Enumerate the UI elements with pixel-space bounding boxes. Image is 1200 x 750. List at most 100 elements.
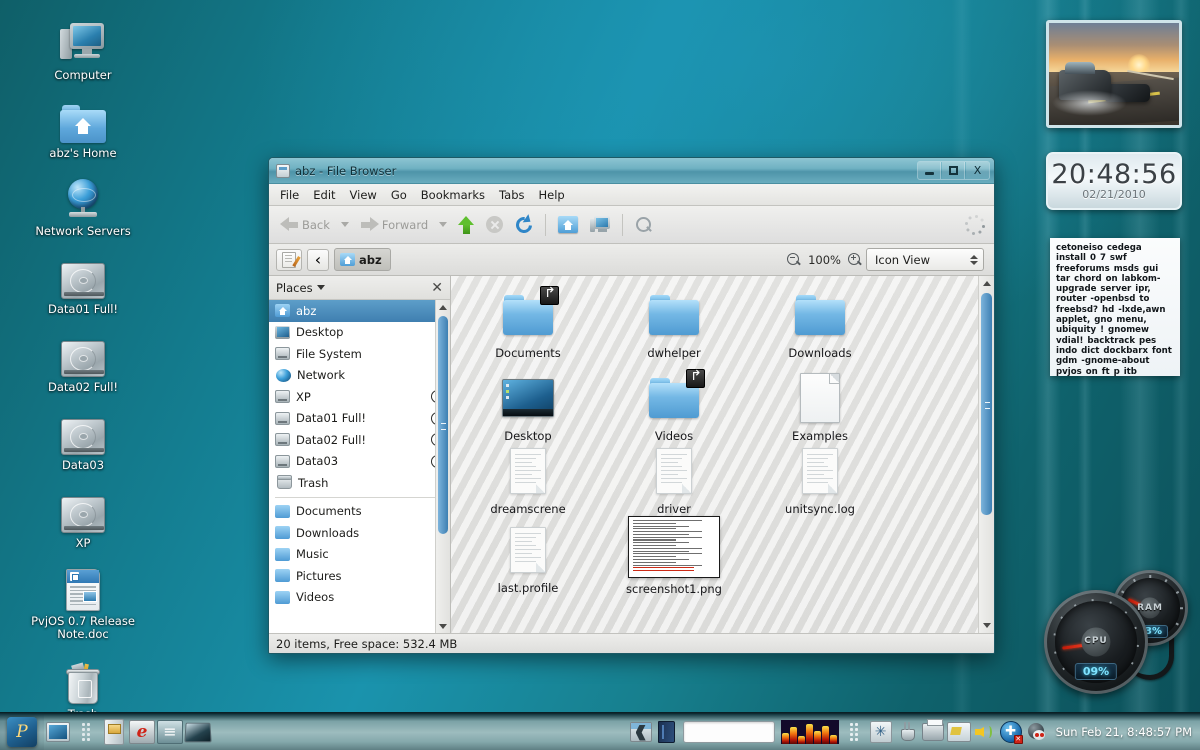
file-item-driver[interactable]: driver xyxy=(601,442,747,516)
sidebar-item-file-system[interactable]: File System xyxy=(269,343,450,365)
sidebar-item-network[interactable]: Network xyxy=(269,365,450,387)
file-item-desktop[interactable]: Desktop xyxy=(455,369,601,443)
up-button[interactable] xyxy=(453,213,479,237)
sidebar-item-videos[interactable]: Videos xyxy=(269,587,450,609)
file-item-last-profile[interactable]: last.profile xyxy=(455,521,601,595)
home-button[interactable] xyxy=(553,213,583,236)
zoom-out-icon[interactable] xyxy=(787,253,801,267)
scroll-down-icon[interactable] xyxy=(436,619,450,633)
tray-settings[interactable]: ✳ xyxy=(868,717,894,747)
menu-view[interactable]: View xyxy=(343,186,384,204)
tray-archive-manager[interactable] xyxy=(628,717,654,747)
tray-power[interactable] xyxy=(894,717,920,747)
file-browser-window[interactable]: abz - File Browser X File Edit View Go B… xyxy=(268,157,995,654)
sidebar-header-label[interactable]: Places xyxy=(276,281,325,295)
clock-widget[interactable]: 20:48:56 02/21/2010 xyxy=(1046,152,1182,210)
forward-dropdown-icon[interactable] xyxy=(439,222,447,227)
start-button[interactable]: P xyxy=(0,713,44,750)
desktop-icon-data02[interactable]: Data02 Full! xyxy=(20,326,146,398)
sidebar-item-data02[interactable]: Data02 Full! xyxy=(269,429,450,451)
forward-button[interactable]: Forward xyxy=(355,214,433,235)
desktop-icon-data01[interactable]: Data01 Full! xyxy=(20,248,146,320)
sidebar-item-music[interactable]: Music xyxy=(269,544,450,566)
notes-widget[interactable]: cetoneiso cedega install 0 7 swf freefor… xyxy=(1050,238,1180,376)
quicklaunch-app-grid[interactable] xyxy=(72,717,100,747)
system-monitor-widget[interactable]: RAM 33% CPU 09% xyxy=(1030,568,1192,700)
sidebar-item-abz[interactable]: abz xyxy=(269,300,450,322)
file-item-examples[interactable]: Examples xyxy=(747,369,893,443)
menu-go[interactable]: Go xyxy=(384,186,414,204)
scroll-up-icon[interactable] xyxy=(979,276,994,291)
path-back-button[interactable]: ‹ xyxy=(307,249,329,271)
breadcrumb-abz[interactable]: abz xyxy=(334,248,391,271)
desktop-icon-computer[interactable]: Computer xyxy=(20,14,146,86)
tray-bluetooth[interactable]: ✚✕ xyxy=(998,717,1024,747)
menu-file[interactable]: File xyxy=(273,186,306,204)
file-item-screenshot1-png[interactable]: screenshot1.png xyxy=(601,514,747,596)
sidebar-item-xp[interactable]: XP xyxy=(269,386,450,408)
file-item-dwhelper[interactable]: dwhelper xyxy=(601,286,747,360)
window-task-list[interactable] xyxy=(212,713,628,750)
sidebar-scrollbar[interactable] xyxy=(435,300,450,633)
stop-button[interactable] xyxy=(481,213,508,236)
edit-location-button[interactable] xyxy=(276,249,302,271)
tray-bug-buddy[interactable] xyxy=(1024,717,1050,747)
quicklaunch-file-manager[interactable] xyxy=(100,717,128,747)
places-sidebar[interactable]: Places ✕ abz Desktop xyxy=(269,276,451,633)
maximize-button[interactable] xyxy=(942,162,965,179)
taskbar[interactable]: P e ≡ xyxy=(0,712,1200,750)
tray-dictionary[interactable] xyxy=(654,717,680,747)
search-button[interactable] xyxy=(630,213,658,237)
sidebar-item-desktop[interactable]: Desktop xyxy=(269,322,450,344)
audio-visualizer-icon[interactable] xyxy=(781,720,839,744)
back-button[interactable]: Back xyxy=(275,214,335,235)
minimize-button[interactable] xyxy=(918,162,941,179)
tray-printer[interactable] xyxy=(920,717,946,747)
quicklaunch-image-viewer[interactable] xyxy=(184,717,212,747)
window-titlebar[interactable]: abz - File Browser X xyxy=(269,158,994,184)
desktop[interactable]: Computer abz's Home Network Servers Data… xyxy=(0,0,1200,750)
tray-input-box[interactable] xyxy=(683,721,775,743)
quicklaunch-openoffice[interactable]: ≡ xyxy=(156,717,184,747)
sidebar-header[interactable]: Places ✕ xyxy=(269,276,450,300)
menubar[interactable]: File Edit View Go Bookmarks Tabs Help xyxy=(269,184,994,206)
desktop-icon-data03[interactable]: Data03 xyxy=(20,404,146,476)
sidebar-scroll-thumb[interactable] xyxy=(438,316,448,534)
quicklaunch-show-desktop[interactable] xyxy=(44,717,72,747)
sidebar-close-icon[interactable]: ✕ xyxy=(431,282,443,294)
desktop-icon-xp[interactable]: XP xyxy=(20,482,146,554)
file-item-downloads[interactable]: Downloads xyxy=(747,286,893,360)
scroll-up-icon[interactable] xyxy=(436,300,450,314)
zoom-in-icon[interactable] xyxy=(848,253,862,267)
tray-grid[interactable] xyxy=(842,717,868,747)
sidebar-item-data03[interactable]: Data03 xyxy=(269,451,450,473)
computer-button[interactable] xyxy=(585,213,615,237)
tray-network[interactable] xyxy=(946,717,972,747)
scroll-down-icon[interactable] xyxy=(979,618,994,633)
photo-widget[interactable] xyxy=(1046,20,1182,128)
sidebar-item-trash[interactable]: Trash xyxy=(269,472,450,494)
reload-button[interactable] xyxy=(510,213,538,237)
quicklaunch-browser[interactable]: e xyxy=(128,717,156,747)
close-button[interactable]: X xyxy=(966,162,989,179)
pathbar[interactable]: ‹ abz 100% Icon View xyxy=(269,244,994,276)
file-item-unitsync-log[interactable]: unitsync.log xyxy=(747,442,893,516)
desktop-icon-network-servers[interactable]: Network Servers xyxy=(20,170,146,242)
file-item-videos[interactable]: Videos xyxy=(601,369,747,443)
menu-edit[interactable]: Edit xyxy=(306,186,342,204)
view-scroll-thumb[interactable] xyxy=(981,293,992,515)
desktop-icon-release-note[interactable]: PvjOS 0.7 Release Note.doc xyxy=(20,560,146,645)
desktop-icon-home[interactable]: abz's Home xyxy=(20,92,146,164)
file-item-documents[interactable]: Documents xyxy=(455,286,601,360)
menu-help[interactable]: Help xyxy=(532,186,572,204)
taskbar-clock[interactable]: Sun Feb 21, 8:48:57 PM xyxy=(1056,725,1192,739)
back-dropdown-icon[interactable] xyxy=(341,222,349,227)
menu-tabs[interactable]: Tabs xyxy=(492,186,531,204)
view-mode-select[interactable]: Icon View xyxy=(866,248,984,271)
menu-bookmarks[interactable]: Bookmarks xyxy=(414,186,492,204)
sidebar-item-data01[interactable]: Data01 Full! xyxy=(269,408,450,430)
sidebar-item-pictures[interactable]: Pictures xyxy=(269,565,450,587)
view-scrollbar[interactable] xyxy=(978,276,994,633)
places-list[interactable]: abz Desktop File System Network xyxy=(269,300,450,633)
tray-volume[interactable] xyxy=(972,717,998,747)
